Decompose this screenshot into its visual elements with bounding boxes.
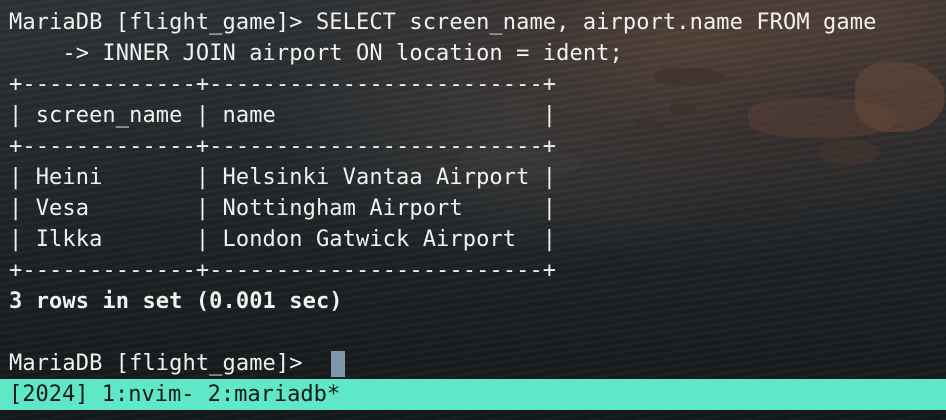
tmux-status-bar[interactable]: [2024] 1:nvim- 2:mariadb* xyxy=(0,379,946,410)
table-border-bottom: +-------------+-------------------------… xyxy=(9,258,557,283)
status-bar-text: [2024] 1:nvim- 2:mariadb* xyxy=(9,382,341,407)
sql-query-continuation-line: -> INNER JOIN airport ON location = iden… xyxy=(9,41,623,66)
sql-query-line: MariaDB [flight_game]> SELECT screen_nam… xyxy=(9,10,877,35)
text-cursor xyxy=(331,351,345,377)
table-header-row: | screen_name | name | xyxy=(9,103,557,128)
terminal-window[interactable]: MariaDB [flight_game]> SELECT screen_nam… xyxy=(0,0,946,420)
table-row: | Heini | Helsinki Vantaa Airport | xyxy=(9,165,557,190)
table-header-separator: +-------------+-------------------------… xyxy=(9,134,557,159)
command-prompt[interactable]: MariaDB [flight_game]> xyxy=(9,348,316,379)
table-row: | Ilkka | London Gatwick Airport | xyxy=(9,227,557,252)
table-row: | Vesa | Nottingham Airport | xyxy=(9,196,557,221)
terminal-output[interactable]: MariaDB [flight_game]> SELECT screen_nam… xyxy=(0,0,946,380)
result-summary-line: 3 rows in set (0.001 sec) xyxy=(9,289,343,314)
table-border-top: +-------------+-------------------------… xyxy=(9,72,557,97)
